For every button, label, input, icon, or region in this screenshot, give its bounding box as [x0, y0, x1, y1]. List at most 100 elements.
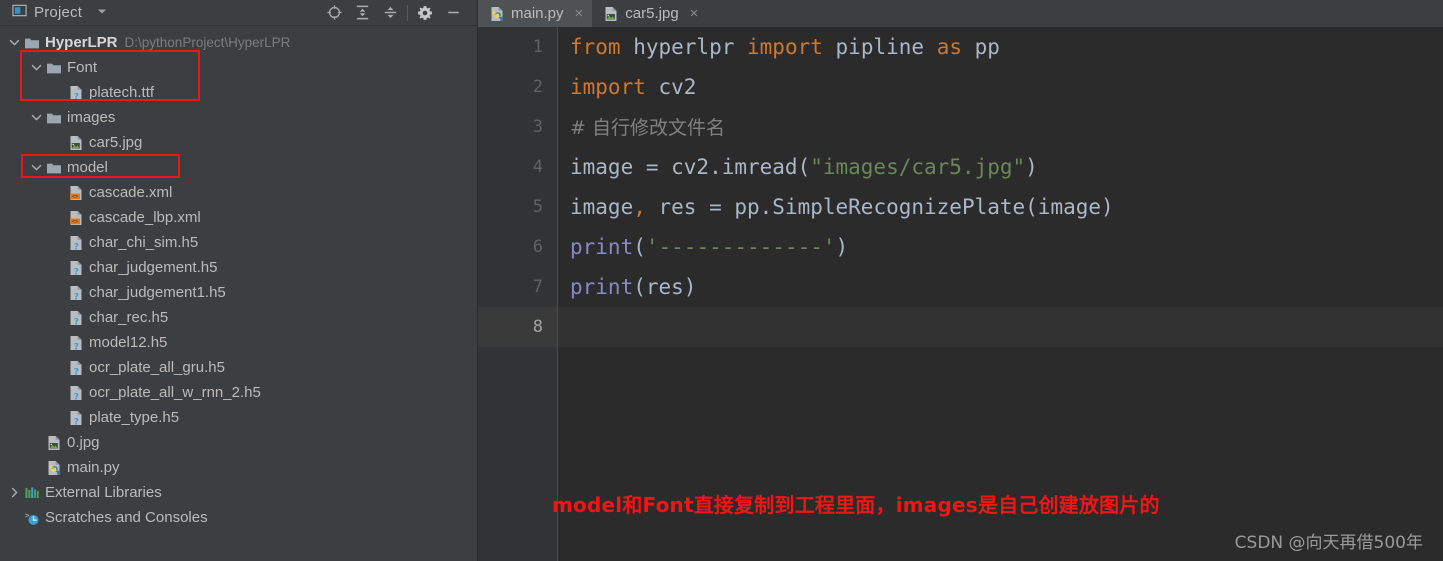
xml-file-icon: <>	[68, 210, 84, 226]
tree-row-char-chi-sim-h5[interactable]: ? char_chi_sim.h5	[0, 230, 477, 255]
csdn-watermark: CSDN @向天再借500年	[1234, 533, 1423, 553]
svg-text:?: ?	[74, 292, 79, 300]
tree-row-images[interactable]: images	[0, 105, 477, 130]
svg-text:<>: <>	[72, 193, 78, 199]
chevron-down-icon[interactable]	[96, 4, 108, 22]
editor-area: main.py × car5.jpg × 1 2 3 4 5 6 7 8 from hyperlpr…	[478, 0, 1443, 561]
line-number: 6	[532, 237, 543, 257]
code-line[interactable]	[558, 307, 1443, 347]
line-number: 3	[532, 117, 543, 137]
tree-row-scratches-and-consoles[interactable]: >_ Scratches and Consoles	[0, 505, 477, 530]
code-token: "images/car5.jpg"	[810, 155, 1026, 179]
tree-row-car5-jpg[interactable]: car5.jpg	[0, 130, 477, 155]
code-token: as	[936, 35, 975, 59]
code-token: import	[570, 75, 659, 99]
chevron-down-icon[interactable]	[30, 61, 43, 74]
project-panel-header: Project	[0, 0, 477, 26]
tree-row-char-rec-h5[interactable]: ? char_rec.h5	[0, 305, 477, 330]
tree-row-char-judgement1-h5[interactable]: ? char_judgement1.h5	[0, 280, 477, 305]
tree-item-label: Scratches and Consoles	[45, 509, 208, 526]
tree-row-model12-h5[interactable]: ? model12.h5	[0, 330, 477, 355]
line-number: 5	[532, 197, 543, 217]
code-token: image = cv2.imread(	[570, 155, 811, 179]
chevron-down-icon[interactable]	[30, 161, 43, 174]
tree-row-ocr-plate-all-w-rnn-2-h5[interactable]: ? ocr_plate_all_w_rnn_2.h5	[0, 380, 477, 405]
unknown-file-icon: ?	[68, 235, 84, 252]
scratches-icon: >_	[24, 510, 40, 526]
tree-row-0-jpg[interactable]: 0.jpg	[0, 430, 477, 455]
tree-item-label: char_chi_sim.h5	[89, 234, 199, 251]
folder-icon	[24, 35, 40, 51]
code-token: hyperlpr	[633, 35, 748, 59]
editor-tab-bar[interactable]: main.py × car5.jpg ×	[478, 0, 1443, 27]
project-window-icon	[12, 3, 27, 23]
tree-row-platech-ttf[interactable]: ? platech.ttf	[0, 80, 477, 105]
close-icon[interactable]: ×	[690, 6, 699, 21]
chevron-right-icon[interactable]	[8, 486, 21, 499]
code-lines-container[interactable]: from hyperlpr import pipline as pp import…	[558, 27, 1443, 561]
tree-item-label: cascade.xml	[89, 184, 173, 201]
project-file-tree[interactable]: HyperLPR D:\pythonProject\HyperLPR Font? pl…	[0, 26, 477, 561]
tree-row-font[interactable]: Font	[0, 55, 477, 80]
code-line[interactable]: print('-------------')	[558, 227, 1443, 267]
svg-text:?: ?	[74, 92, 79, 100]
tree-item-label: cascade_lbp.xml	[89, 209, 201, 226]
red-annotation-text: model和Font直接复制到工程里面，images是自己创建放图片的	[552, 493, 1160, 517]
code-token: (res)	[633, 275, 697, 299]
tree-row-cascade-lbp-xml[interactable]: <> cascade_lbp.xml	[0, 205, 477, 230]
tree-row-main-py[interactable]: main.py	[0, 455, 477, 480]
line-number: 8	[478, 307, 557, 347]
gear-icon[interactable]	[411, 1, 439, 25]
folder-icon	[46, 160, 62, 176]
tree-item-label: ocr_plate_all_gru.h5	[89, 359, 225, 376]
image-file-icon	[603, 6, 619, 22]
unknown-file-icon: ?	[68, 335, 84, 352]
collapse-all-icon[interactable]	[376, 1, 404, 25]
code-editor[interactable]: 1 2 3 4 5 6 7 8 from hyperlpr import pipline as…	[478, 27, 1443, 561]
minimize-icon[interactable]	[439, 1, 467, 25]
tree-item-label: plate_type.h5	[89, 409, 180, 426]
tree-row-hyperlpr[interactable]: HyperLPR D:\pythonProject\HyperLPR	[0, 30, 477, 55]
editor-gutter[interactable]: 1 2 3 4 5 6 7 8	[478, 27, 558, 561]
unknown-file-icon: ?	[68, 360, 84, 377]
code-token: pp	[974, 35, 1000, 59]
editor-tab-main-py[interactable]: main.py ×	[478, 0, 593, 27]
code-token: )	[835, 235, 849, 259]
image-file-icon	[68, 135, 84, 151]
code-line[interactable]: import cv2	[558, 67, 1443, 107]
locate-in-tree-icon[interactable]	[320, 1, 348, 25]
svg-text:?: ?	[74, 267, 79, 275]
code-token: # 自行修改文件名	[570, 117, 725, 139]
svg-text:?: ?	[74, 367, 79, 375]
code-token: cv2	[658, 75, 697, 99]
chevron-down-icon[interactable]	[8, 36, 21, 49]
xml-file-icon: <>	[68, 185, 84, 201]
tree-item-label: model12.h5	[89, 334, 168, 351]
tree-row-ocr-plate-all-gru-h5[interactable]: ? ocr_plate_all_gru.h5	[0, 355, 477, 380]
svg-text:?: ?	[74, 392, 79, 400]
close-icon[interactable]: ×	[575, 6, 584, 21]
code-line[interactable]: # 自行修改文件名	[558, 107, 1443, 147]
code-token: image	[570, 195, 634, 219]
code-line[interactable]: image, res = pp.SimpleRecognizePlate(ima…	[558, 187, 1443, 227]
tree-row-model[interactable]: model	[0, 155, 477, 180]
chevron-down-icon[interactable]	[30, 111, 43, 124]
python-file-icon	[46, 460, 62, 476]
tree-item-label: Font	[67, 59, 98, 76]
code-token: from	[570, 35, 634, 59]
editor-tab-car5-jpg[interactable]: car5.jpg ×	[592, 0, 707, 27]
tree-row-plate-type-h5[interactable]: ? plate_type.h5	[0, 405, 477, 430]
editor-tab-label: main.py	[511, 5, 564, 22]
code-token: ,	[633, 195, 646, 219]
tree-row-external-libraries[interactable]: External Libraries	[0, 480, 477, 505]
tree-row-char-judgement-h5[interactable]: ? char_judgement.h5	[0, 255, 477, 280]
tree-item-label: ocr_plate_all_w_rnn_2.h5	[89, 384, 261, 401]
code-line[interactable]: image = cv2.imread("images/car5.jpg")	[558, 147, 1443, 187]
tree-row-cascade-xml[interactable]: <> cascade.xml	[0, 180, 477, 205]
code-line[interactable]: from hyperlpr import pipline as pp	[558, 27, 1443, 67]
folder-icon	[46, 110, 62, 126]
editor-tab-label: car5.jpg	[625, 5, 679, 22]
expand-all-icon[interactable]	[348, 1, 376, 25]
tree-item-label: External Libraries	[45, 484, 162, 501]
code-line[interactable]: print(res)	[558, 267, 1443, 307]
